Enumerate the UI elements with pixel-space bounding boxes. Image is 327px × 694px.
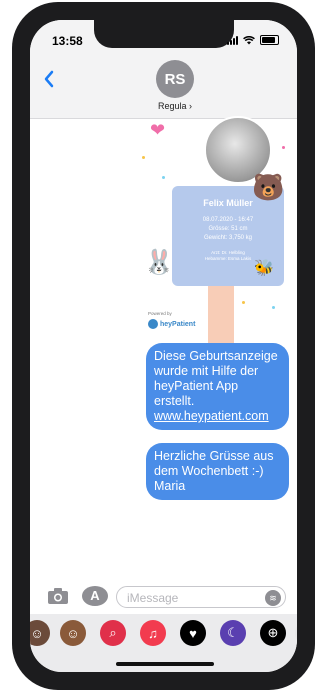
more-icon[interactable] <box>295 620 297 646</box>
notch <box>94 20 234 48</box>
birth-weight: Gewicht: 3,750 kg <box>203 235 253 241</box>
message-bubble[interactable]: Herzliche Grüsse aus dem Wochenbett :-) … <box>146 443 289 500</box>
camera-button[interactable] <box>48 588 68 604</box>
doctor-name: Arzt: Dr. Helbling <box>211 250 245 255</box>
back-button[interactable] <box>44 68 54 94</box>
status-time: 13:58 <box>52 34 83 48</box>
memoji-icon[interactable]: ☺ <box>60 620 86 646</box>
music-icon[interactable]: ♫ <box>140 620 166 646</box>
battery-icon <box>260 35 279 45</box>
heart-icon[interactable]: ♥ <box>180 620 206 646</box>
status-icons <box>227 35 279 45</box>
message-text: Diese Geburtsanzeige wurde mit Hilfe der… <box>154 349 278 408</box>
signal-icon <box>227 35 238 45</box>
contact-name[interactable]: Regula › <box>140 101 210 111</box>
baby-name: Felix Müller <box>203 198 253 208</box>
bunny-icon: 🐰 <box>144 249 174 276</box>
birth-datetime: 08.07.2020 - 16:47 <box>202 217 254 223</box>
app-store-icon: A <box>90 588 100 603</box>
chevron-left-icon <box>44 70 54 88</box>
birth-announcement-card[interactable]: ❤ 🐻 Felix Müller 08.07.2020 - 16:47 Grös… <box>142 116 289 344</box>
message-input-placeholder: iMessage <box>127 591 179 605</box>
bee-icon: 🐝 <box>254 260 274 277</box>
home-indicator[interactable] <box>116 662 214 666</box>
contact-avatar[interactable]: RS <box>156 60 194 98</box>
heypatient-logo-icon <box>148 319 158 329</box>
wifi-icon <box>243 35 255 44</box>
screen: 13:58 RS Regula › ❤ 🐻 Felix Müller 08.07… <box>30 20 297 672</box>
message-input[interactable]: iMessage ≋ <box>116 586 286 608</box>
birth-size: Grösse: 51 cm <box>208 226 248 232</box>
memoji-icon[interactable]: ☺ <box>30 620 50 646</box>
message-bubble[interactable]: Diese Geburtsanzeige wurde mit Hilfe der… <box>146 343 289 430</box>
sign-stick <box>208 286 234 344</box>
heypatient-link[interactable]: www.heypatient.com <box>154 409 281 424</box>
heypatient-logo-text: heyPatient <box>160 320 196 328</box>
waveform-icon: ≋ <box>269 593 277 603</box>
app-store-button[interactable]: A <box>82 586 108 606</box>
message-text: Herzliche Grüsse aus dem Wochenbett :-) … <box>154 449 274 493</box>
camera-icon <box>48 588 68 604</box>
powered-by-label: Powered by <box>148 311 172 316</box>
audio-message-button[interactable]: ≋ <box>265 590 281 606</box>
digital-touch-icon[interactable]: ☾ <box>220 620 246 646</box>
compose-bar: A iMessage ≋ <box>30 586 297 610</box>
shortcut-icon[interactable]: ⊕ <box>260 620 286 646</box>
image-search-icon[interactable]: ⌕ <box>100 620 126 646</box>
heypatient-logo: heyPatient <box>148 319 195 329</box>
heart-icon: ❤ <box>150 120 166 140</box>
